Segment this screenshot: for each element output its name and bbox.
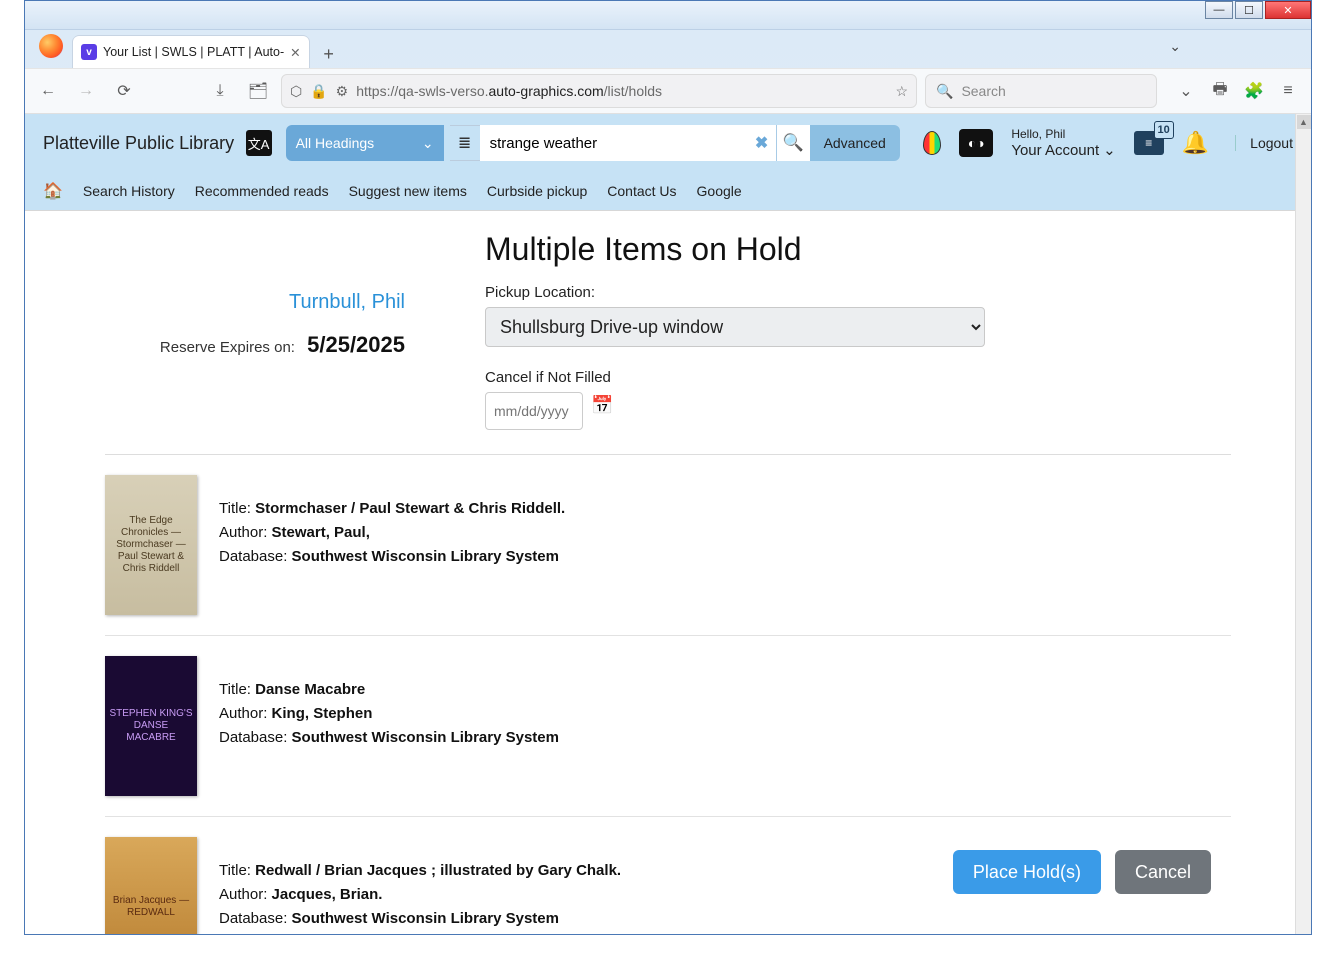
book-cover: STEPHEN KING'S DANSE MACABRE xyxy=(105,656,197,796)
minimize-button[interactable]: — xyxy=(1205,1,1233,19)
hamburger-menu-icon[interactable]: ≡ xyxy=(1273,76,1303,106)
page-content: Platteville Public Library 文A All Headin… xyxy=(25,114,1311,934)
tab-title: Your List | SWLS | PLATT | Auto- xyxy=(103,45,284,59)
new-tab-button[interactable]: + xyxy=(315,40,343,68)
favicon-icon: v xyxy=(81,44,97,60)
chevron-down-icon: ⌄ xyxy=(1103,141,1116,159)
cancel-if-not-filled-label: Cancel if Not Filled xyxy=(485,369,1231,386)
library-header: Platteville Public Library 文A All Headin… xyxy=(25,114,1311,211)
nav-google[interactable]: Google xyxy=(697,183,742,199)
balloon-icon[interactable] xyxy=(923,131,941,155)
library-nav: 🏠 Search History Recommended reads Sugge… xyxy=(43,172,1293,210)
reserve-expires-row: Reserve Expires on: 5/25/2025 xyxy=(105,332,405,358)
nav-curbside[interactable]: Curbside pickup xyxy=(487,183,587,199)
pickup-location-select[interactable]: Shullsburg Drive-up window xyxy=(485,307,985,347)
book-cover: The Edge Chronicles — Stormchaser — Paul… xyxy=(105,475,197,615)
browser-search-placeholder: Search xyxy=(961,83,1005,99)
nav-suggest[interactable]: Suggest new items xyxy=(349,183,467,199)
page-title: Multiple Items on Hold xyxy=(485,231,1231,268)
search-icon: 🔍 xyxy=(936,83,953,100)
kids-catalog-icon[interactable]: ◐◑ xyxy=(959,129,993,157)
hold-form: Multiple Items on Hold Pickup Location: … xyxy=(485,231,1231,430)
cancel-date-input[interactable] xyxy=(485,392,583,430)
save-page-icon[interactable]: ⤓ xyxy=(205,76,235,106)
window-frame: — ☐ ✕ v Your List | SWLS | PLATT | Auto-… xyxy=(24,0,1312,935)
reserve-expires-label: Reserve Expires on: xyxy=(160,339,295,356)
browser-search-box[interactable]: 🔍 Search xyxy=(925,74,1157,108)
close-tab-icon[interactable]: ✕ xyxy=(290,45,300,60)
pocket-icon[interactable]: ⌄ xyxy=(1171,76,1201,106)
catalog-search: 文A All Headings ⌄ ≣ ✖ 🔍 Advanced xyxy=(246,125,900,161)
bell-icon[interactable]: 🔔 xyxy=(1182,130,1209,156)
tab-strip: v Your List | SWLS | PLATT | Auto- ✕ + ⌄ xyxy=(25,30,1311,68)
all-tabs-dropdown-icon[interactable]: ⌄ xyxy=(1169,38,1181,55)
browser-toolbar: ← → ⟳ ⤓ 🗂 ⬡ 🔒 ⚙ https://qa-swls-verso.au… xyxy=(25,68,1311,114)
pickup-location-label: Pickup Location: xyxy=(485,284,1231,301)
heading-label: All Headings xyxy=(296,135,375,151)
clear-search-icon[interactable]: ✖ xyxy=(748,125,776,161)
item-meta: Title: Danse Macabre Author: King, Steph… xyxy=(219,656,559,750)
item-meta: Title: Redwall / Brian Jacques ; illustr… xyxy=(219,837,621,931)
database-icon[interactable]: ≣ xyxy=(450,125,480,161)
forward-button[interactable]: → xyxy=(71,76,101,106)
account-block: Hello, Phil Your Account⌄ xyxy=(1011,127,1115,159)
bookmark-star-icon[interactable]: ☆ xyxy=(895,83,908,100)
patron-name-link[interactable]: Turnbull, Phil xyxy=(105,291,405,314)
list-item: STEPHEN KING'S DANSE MACABRE Title: Dans… xyxy=(105,636,1231,817)
back-button[interactable]: ← xyxy=(33,76,63,106)
print-icon[interactable]: 🖶 xyxy=(1205,76,1235,106)
chevron-down-icon: ⌄ xyxy=(422,135,434,152)
search-submit-icon[interactable]: 🔍 xyxy=(776,125,810,161)
search-heading-dropdown[interactable]: All Headings ⌄ xyxy=(286,125,444,161)
action-bar: Place Hold(s) Cancel xyxy=(953,850,1211,894)
nav-contact[interactable]: Contact Us xyxy=(607,183,676,199)
close-window-button[interactable]: ✕ xyxy=(1265,1,1311,19)
your-account-link[interactable]: Your Account⌄ xyxy=(1011,141,1115,159)
maximize-button[interactable]: ☐ xyxy=(1235,1,1263,19)
cancel-button[interactable]: Cancel xyxy=(1115,850,1211,894)
permissions-icon: ⚙ xyxy=(336,83,349,100)
place-holds-button[interactable]: Place Hold(s) xyxy=(953,850,1101,894)
greeting-text: Hello, Phil xyxy=(1011,127,1065,141)
nav-recommended[interactable]: Recommended reads xyxy=(195,183,329,199)
calendar-icon[interactable]: 📅 xyxy=(591,395,613,416)
url-bar[interactable]: ⬡ 🔒 ⚙ https://qa-swls-verso.auto-graphic… xyxy=(281,74,917,108)
reserve-expires-date: 5/25/2025 xyxy=(307,332,405,357)
browser-tab-active[interactable]: v Your List | SWLS | PLATT | Auto- ✕ xyxy=(73,36,309,68)
book-cover: Brian Jacques — REDWALL xyxy=(105,837,197,934)
item-meta: Title: Stormchaser / Paul Stewart & Chri… xyxy=(219,475,565,569)
language-icon[interactable]: 文A xyxy=(246,130,272,156)
os-titlebar: — ☐ ✕ xyxy=(25,1,1311,30)
advanced-search-button[interactable]: Advanced xyxy=(810,125,900,161)
nav-search-history[interactable]: Search History xyxy=(83,183,175,199)
extensions-icon[interactable]: 🧩 xyxy=(1239,76,1269,106)
library-name: Platteville Public Library xyxy=(43,133,234,154)
list-item: The Edge Chronicles — Stormchaser — Paul… xyxy=(105,455,1231,636)
home-icon[interactable]: 🏠 xyxy=(43,181,63,201)
url-text: https://qa-swls-verso.auto-graphics.com/… xyxy=(356,83,887,99)
folder-icon[interactable]: 🗂 xyxy=(243,76,273,106)
firefox-logo-icon xyxy=(39,34,63,58)
reserve-sidebar: Turnbull, Phil Reserve Expires on: 5/25/… xyxy=(105,231,425,358)
main-content: Turnbull, Phil Reserve Expires on: 5/25/… xyxy=(25,211,1311,934)
list-count-badge: 10 xyxy=(1154,121,1174,139)
catalog-search-input[interactable] xyxy=(480,125,748,161)
reload-button[interactable]: ⟳ xyxy=(109,76,139,106)
scroll-up-icon[interactable]: ▲ xyxy=(1297,115,1311,129)
logout-link[interactable]: Logout xyxy=(1235,135,1293,151)
page-scrollbar[interactable]: ▲ xyxy=(1295,114,1311,934)
shield-icon: ⬡ xyxy=(290,83,302,100)
lock-icon: 🔒 xyxy=(310,83,327,100)
list-icon[interactable]: ≡ 10 xyxy=(1134,131,1164,155)
